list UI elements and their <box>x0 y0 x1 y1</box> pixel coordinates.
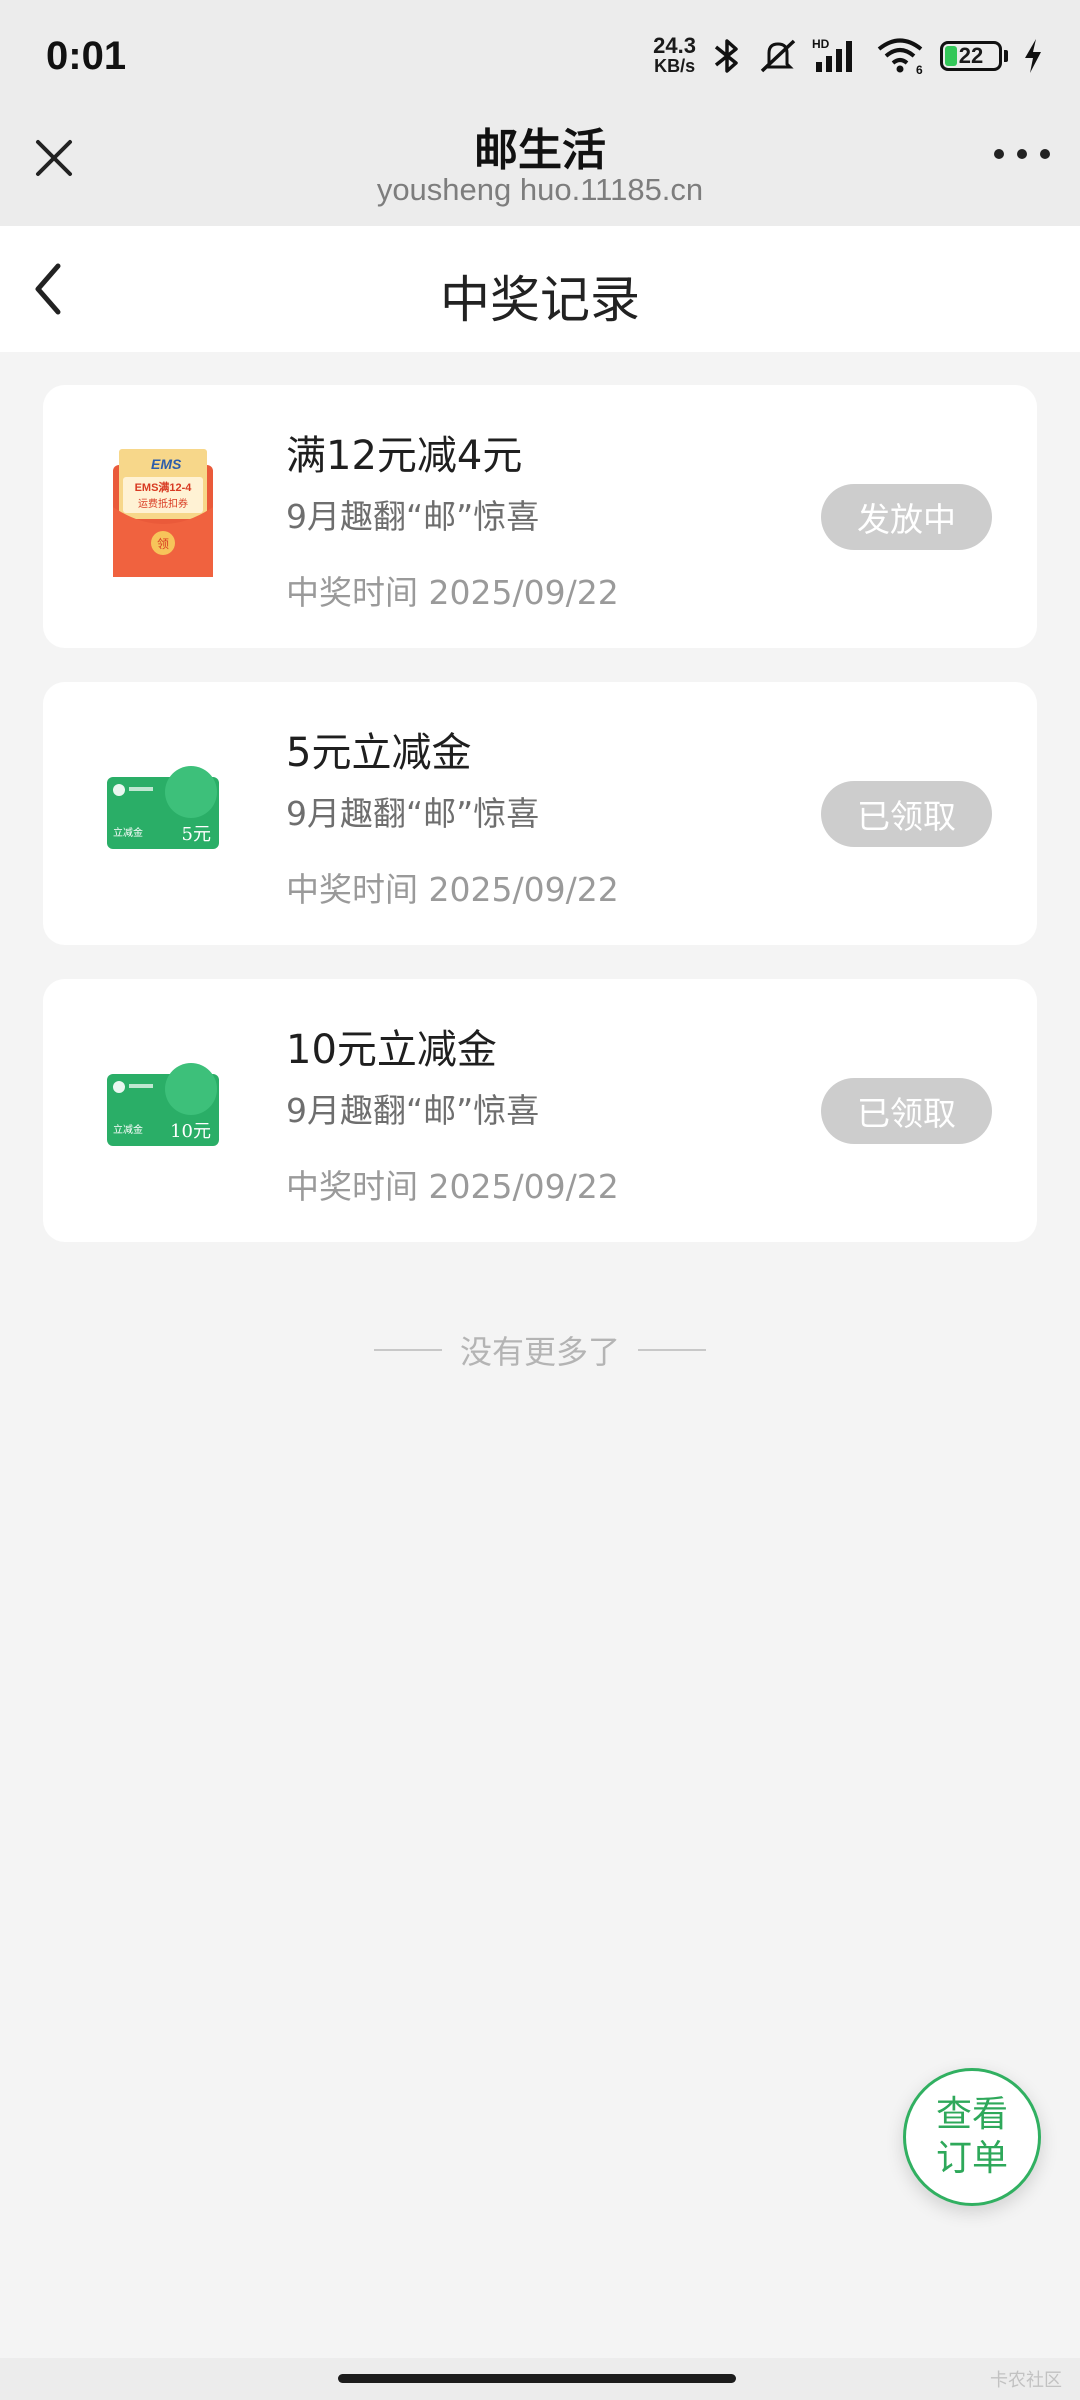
home-indicator[interactable] <box>338 2374 736 2383</box>
ems-coupon-thumbnail: EMS EMS满12-4 运费抵扣券 领 <box>113 449 213 577</box>
battery-level: 22 <box>958 43 984 68</box>
browser-url: yousheng huo.11185.cn <box>376 172 704 207</box>
prize-record-card[interactable]: 立减金 5元 5元立减金 9月趣翻“邮”惊喜 中奖时间 2025/09/22 已… <box>43 682 1037 945</box>
svg-text:EMS: EMS <box>151 456 182 472</box>
view-orders-label-line2: 订单 <box>935 2138 1008 2179</box>
prize-record-list: EMS EMS满12-4 运费抵扣券 领 满12元减4元 9月趣翻“邮”惊喜 中… <box>43 385 1037 1276</box>
browser-header: 邮生活 yousheng huo.11185.cn <box>0 108 1080 226</box>
prize-title: 5元立减金 <box>286 730 472 776</box>
status-icons: 24.3 KB/s HD 6 22 <box>653 34 1044 78</box>
prize-campaign: 9月趣翻“邮”惊喜 <box>286 497 540 536</box>
signal-hd-icon: HD <box>812 37 852 72</box>
end-of-list-text: 没有更多了 <box>459 1333 620 1371</box>
more-options-icon[interactable] <box>994 142 1050 166</box>
svg-text:6: 6 <box>916 63 923 76</box>
thumb-text2: 运费抵扣券 <box>138 497 188 510</box>
network-speed: 24.3 KB/s <box>653 33 696 77</box>
svg-text:HD: HD <box>812 37 830 51</box>
bluetooth-icon <box>714 39 738 73</box>
status-bar: 0:01 24.3 KB/s HD 6 22 <box>0 0 1080 108</box>
prize-campaign: 9月趣翻“邮”惊喜 <box>286 1091 540 1130</box>
prize-time: 中奖时间 2025/09/22 <box>286 1167 619 1206</box>
prize-status-badge: 发放中 <box>821 484 992 550</box>
wechat-pay-card-thumbnail: 立减金 10元 <box>107 1063 219 1146</box>
wechat-pay-card-thumbnail: 立减金 5元 <box>107 766 219 849</box>
thumb-value: 5元 <box>182 824 211 845</box>
prize-title: 满12元减4元 <box>286 433 523 479</box>
page-nav: 中奖记录 <box>0 226 1080 352</box>
view-orders-button[interactable]: 查看 订单 <box>903 2068 1041 2206</box>
thumb-text: 立减金 <box>113 826 143 839</box>
thumb-badge: 领 <box>157 537 169 551</box>
prize-time: 中奖时间 2025/09/22 <box>286 870 619 909</box>
battery-icon: 22 <box>940 41 1002 71</box>
thumb-text: EMS满12-4 <box>135 480 193 494</box>
prize-title: 10元立减金 <box>286 1027 497 1073</box>
end-of-list-indicator: 没有更多了 <box>0 1327 1080 1373</box>
charging-icon <box>1025 39 1041 73</box>
prize-status-badge: 已领取 <box>821 781 992 847</box>
network-speed-unit: KB/s <box>654 56 696 76</box>
prize-time: 中奖时间 2025/09/22 <box>286 573 619 612</box>
mute-icon <box>760 39 796 73</box>
thumb-text: 立减金 <box>113 1123 143 1136</box>
thumb-value: 10元 <box>170 1121 211 1142</box>
network-speed-value: 24.3 <box>653 33 696 58</box>
browser-title: 邮生活 <box>474 125 606 176</box>
divider <box>373 1349 442 1351</box>
wifi-6-icon: 6 <box>877 38 923 76</box>
page-title: 中奖记录 <box>440 271 640 329</box>
gesture-bar: 卡农社区 <box>0 2358 1080 2400</box>
prize-record-card[interactable]: EMS EMS满12-4 运费抵扣券 领 满12元减4元 9月趣翻“邮”惊喜 中… <box>43 385 1037 648</box>
watermark: 卡农社区 <box>990 2370 1062 2391</box>
status-time: 0:01 <box>46 34 127 78</box>
battery-tip <box>1004 50 1008 62</box>
divider <box>638 1349 706 1351</box>
prize-record-card[interactable]: 立减金 10元 10元立减金 9月趣翻“邮”惊喜 中奖时间 2025/09/22… <box>43 979 1037 1242</box>
view-orders-label-line1: 查看 <box>935 2094 1008 2135</box>
prize-campaign: 9月趣翻“邮”惊喜 <box>286 794 540 833</box>
prize-status-badge: 已领取 <box>821 1078 992 1144</box>
